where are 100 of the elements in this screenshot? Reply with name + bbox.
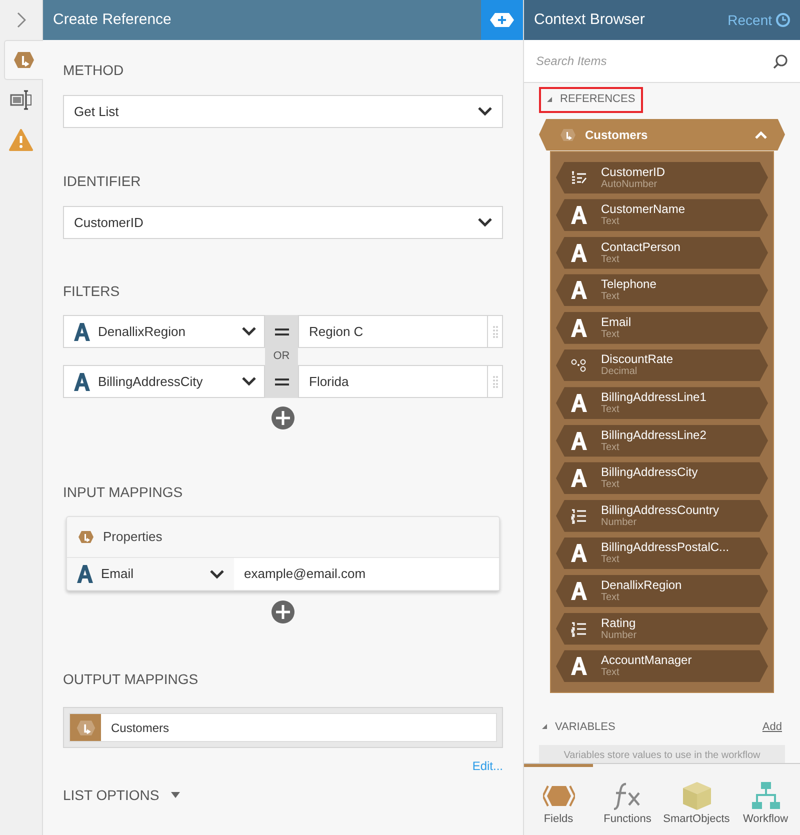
browser-tab[interactable]: Fields	[524, 764, 593, 835]
chevron-down-icon	[242, 377, 256, 386]
filter-value-field[interactable]: Region C	[298, 315, 488, 348]
drag-handle-icon[interactable]	[492, 326, 498, 338]
text-type-icon	[570, 206, 586, 224]
add-icon[interactable]	[271, 406, 295, 430]
field-item[interactable]: ContactPerson Text	[556, 236, 768, 269]
field-name: DenallixRegion	[601, 579, 682, 592]
card-header: Properties	[103, 528, 162, 546]
field-name: Email	[601, 316, 632, 328]
add-link[interactable]: Add	[762, 718, 782, 735]
sidebar-tab[interactable]	[4, 40, 43, 80]
panel-title: Create Reference	[53, 10, 172, 30]
search-icon[interactable]	[773, 54, 788, 68]
section-label: VARIABLES	[555, 720, 616, 734]
field-name: CustomerID	[601, 166, 666, 178]
decimal-icon	[570, 357, 586, 374]
field-type: Text	[601, 480, 620, 490]
add-icon[interactable]	[271, 600, 295, 624]
field-item[interactable]: Rating Number	[556, 612, 768, 645]
search-field[interactable]: Search Items	[536, 52, 773, 70]
field-name: BillingAddressCity	[601, 466, 698, 478]
section-label: OUTPUT MAPPINGS	[63, 672, 198, 686]
browser-tab[interactable]: Functions	[593, 764, 662, 835]
output-mapping-value: Customers	[111, 720, 170, 736]
search-bar[interactable]: Search Items	[524, 40, 800, 83]
add-reference-icon	[490, 13, 514, 27]
section-label: IDENTIFIER	[63, 174, 141, 188]
text-type-icon	[570, 281, 586, 300]
numbered-list-icon	[570, 620, 586, 637]
field-select[interactable]: DenallixRegion	[63, 315, 265, 348]
numbered-list-icon	[570, 508, 586, 524]
field-item[interactable]: Email Text	[556, 312, 768, 344]
field-item[interactable]: AccountManager Text	[556, 650, 768, 682]
field-name: Email	[101, 565, 135, 584]
section-label: METHOD	[63, 63, 124, 77]
field-item[interactable]: BillingAddressLine2 Text	[556, 424, 768, 457]
field-type: AutoNumber	[601, 180, 658, 190]
text-type-icon	[77, 565, 93, 583]
text-type-icon	[570, 582, 586, 600]
section-label: LIST OPTIONS	[63, 788, 160, 802]
field-item[interactable]: DiscountRate Decimal	[556, 349, 768, 382]
filter-value-field[interactable]: Florida	[298, 365, 488, 398]
field-item[interactable]: BillingAddressCountry Number	[556, 500, 768, 532]
field-name: BillingAddressCity	[98, 372, 204, 391]
method-select[interactable]: Get List	[63, 95, 503, 128]
collapse-triangle-icon	[542, 724, 547, 730]
equals-icon	[274, 378, 288, 386]
fields-icon	[542, 784, 574, 808]
drag-handle-icon[interactable]	[492, 376, 498, 388]
field-type: Text	[601, 405, 620, 416]
field-type: Text	[601, 254, 620, 265]
group-name: Customers	[585, 126, 648, 144]
text-type-icon	[570, 318, 586, 337]
field-type: Number	[601, 518, 638, 528]
field-item[interactable]: DenallixRegion Text	[556, 575, 768, 608]
chevron-down-icon	[478, 218, 492, 227]
field-type: Text	[601, 292, 620, 302]
field-item[interactable]: CustomerName Text	[556, 199, 768, 232]
output-mapping-field[interactable]: Customers	[63, 707, 503, 748]
field-type: Text	[601, 593, 620, 604]
add-reference-button[interactable]	[481, 0, 523, 40]
expand-icon[interactable]	[16, 12, 26, 28]
text-type-icon	[570, 244, 586, 262]
field-name: ContactPerson	[601, 240, 680, 253]
field-name: BillingAddressCountry	[601, 504, 720, 516]
field-type: Number	[601, 630, 637, 641]
field-select[interactable]: Email	[67, 558, 234, 590]
field-name: AccountManager	[601, 654, 692, 666]
field-select[interactable]: BillingAddressCity	[63, 365, 265, 398]
field-item[interactable]: Telephone Text	[556, 274, 768, 306]
field-item[interactable]: BillingAddressLine1 Text	[556, 387, 768, 420]
text-type-icon	[570, 394, 586, 412]
field-type: Text	[601, 217, 620, 228]
field-item[interactable]: CustomerID AutoNumber	[556, 162, 768, 194]
collapse-triangle-icon	[547, 97, 552, 102]
field-name: BillingAddressLine1	[601, 391, 706, 404]
field-name: CustomerName	[601, 203, 686, 216]
form-field-icon	[10, 89, 32, 111]
identifier-select[interactable]: CustomerID	[63, 206, 503, 239]
chevron-down-icon	[242, 327, 256, 336]
dropdown-triangle-icon[interactable]	[171, 792, 180, 798]
cube-icon	[682, 781, 712, 811]
variables-hint: Variables store values to use in the workflow	[539, 745, 785, 765]
field-name: BillingAddressPostalC...	[601, 541, 730, 554]
text-type-icon	[570, 469, 586, 488]
equals-icon	[274, 328, 288, 336]
collapse-icon[interactable]	[755, 130, 767, 138]
clock-icon	[776, 13, 790, 27]
browser-tab[interactable]: Workflow	[731, 764, 800, 835]
browser-tab[interactable]: SmartObjects	[662, 764, 731, 835]
field-item[interactable]: BillingAddressCity Text	[556, 462, 768, 494]
text-type-icon	[74, 322, 90, 340]
mapping-value-field[interactable]: example@email.com	[234, 558, 499, 590]
text-type-icon	[570, 657, 586, 676]
text-type-icon	[74, 372, 90, 390]
references-header[interactable]: REFERENCES	[539, 86, 644, 112]
field-item[interactable]: BillingAddressPostalC... Text	[556, 537, 768, 570]
text-type-icon	[570, 544, 586, 562]
field-name: Telephone	[601, 278, 656, 290]
